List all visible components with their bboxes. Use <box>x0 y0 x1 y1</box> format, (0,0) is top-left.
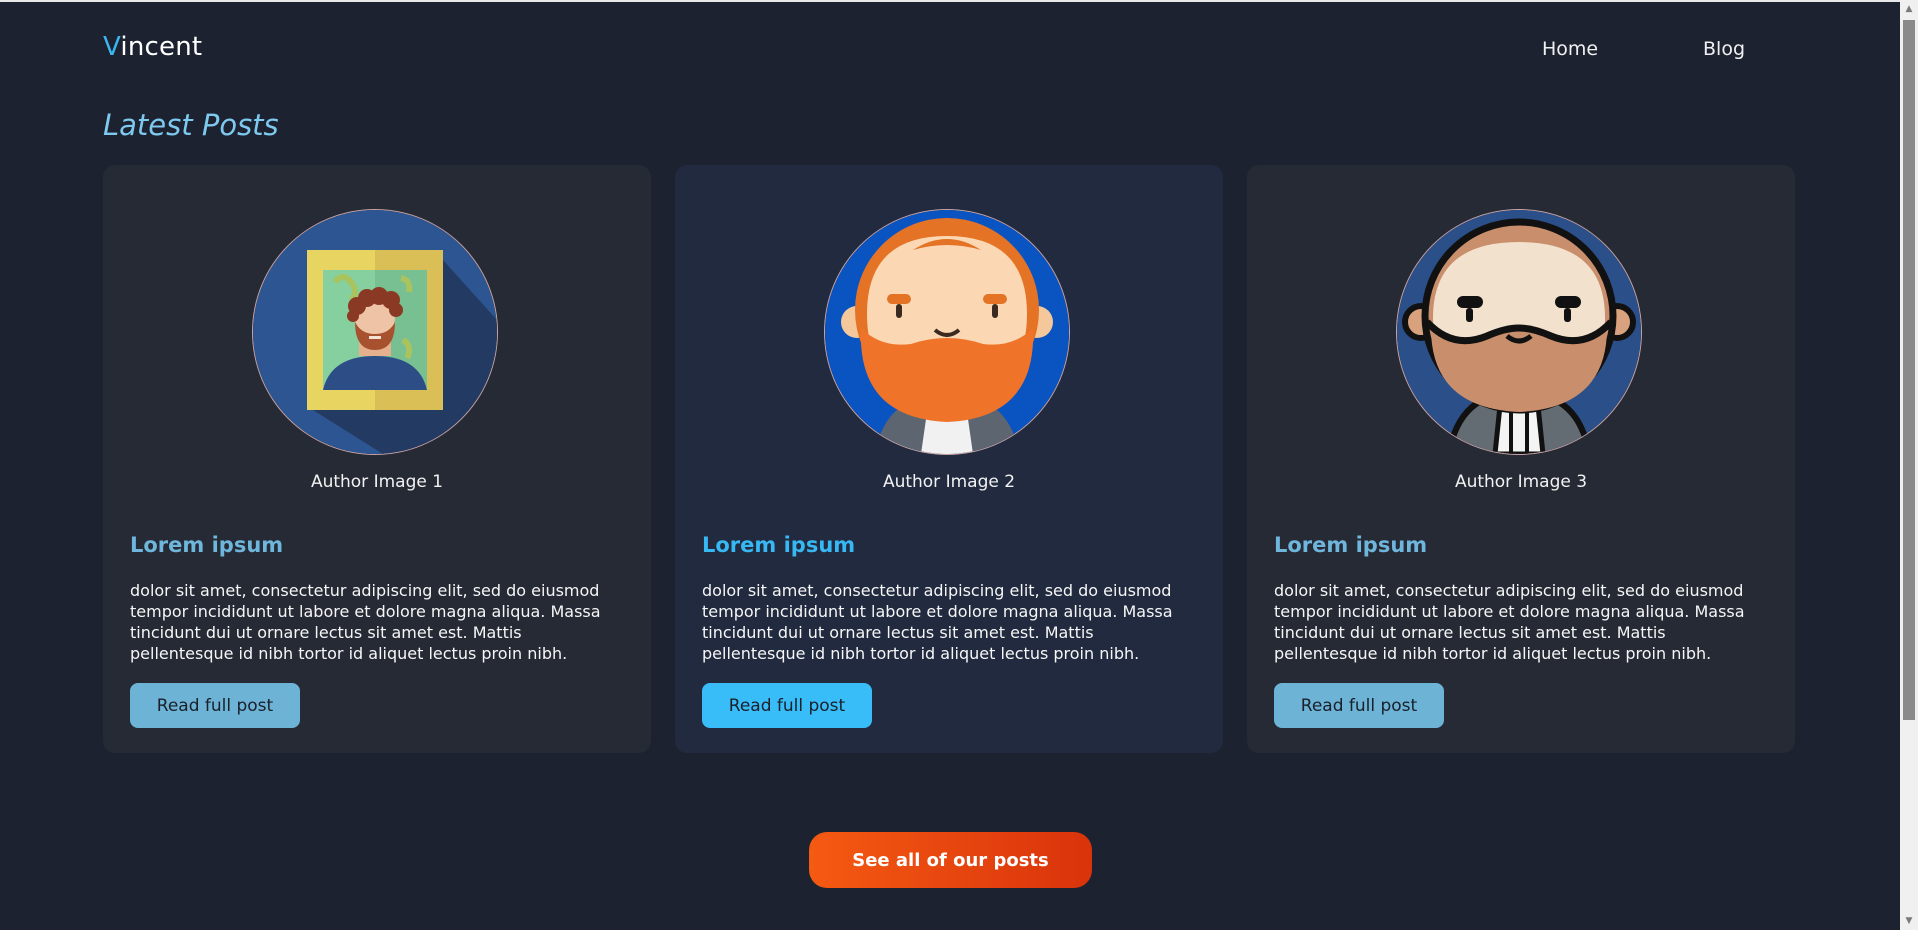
author-image-caption: Author Image 1 <box>310 472 444 492</box>
nav-blog-link[interactable]: Blog <box>1703 38 1745 60</box>
nav-home-link[interactable]: Home <box>1542 38 1598 60</box>
read-full-post-button[interactable]: Read full post <box>702 683 872 728</box>
post-card-3: Author Image 3 Lorem ipsum dolor sit ame… <box>1247 165 1795 753</box>
mustached-man-icon <box>1397 210 1641 454</box>
post-excerpt: dolor sit amet, consectetur adipiscing e… <box>1274 581 1745 663</box>
post-card-1: Author Image 1 Lorem ipsum dolor sit ame… <box>103 165 651 753</box>
see-all-posts-button[interactable]: See all of our posts <box>809 832 1092 888</box>
author-image-caption: Author Image 2 <box>882 472 1016 492</box>
read-full-post-button[interactable]: Read full post <box>130 683 300 728</box>
logo-rest: incent <box>120 32 203 62</box>
window-top-border <box>0 0 1900 2</box>
scroll-up-icon[interactable]: ▲ <box>1900 0 1918 18</box>
site-logo[interactable]: Vincent <box>103 32 202 62</box>
author-image-caption: Author Image 3 <box>1454 472 1588 492</box>
section-title: Latest Posts <box>103 108 279 142</box>
framed-portrait-icon <box>253 210 497 454</box>
read-full-post-button[interactable]: Read full post <box>1274 683 1444 728</box>
bearded-man-icon <box>825 210 1069 454</box>
post-excerpt: dolor sit amet, consectetur adipiscing e… <box>130 581 601 663</box>
post-title: Lorem ipsum <box>1274 533 1428 557</box>
logo-initial: V <box>103 32 121 62</box>
scroll-down-icon[interactable]: ▼ <box>1900 912 1918 930</box>
post-title: Lorem ipsum <box>702 533 856 557</box>
post-excerpt: dolor sit amet, consectetur adipiscing e… <box>702 581 1173 663</box>
post-title: Lorem ipsum <box>130 533 284 557</box>
page-scrollbar[interactable]: ▲ ▼ <box>1900 0 1918 930</box>
post-card-2: Author Image 2 Lorem ipsum dolor sit ame… <box>675 165 1223 753</box>
scrollbar-thumb[interactable] <box>1903 20 1915 720</box>
